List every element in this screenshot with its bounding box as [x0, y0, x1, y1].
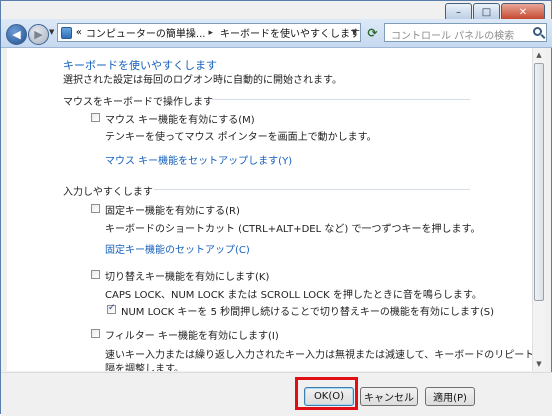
dialog-button-bar: OK(O) キャンセル 適用(P) [1, 372, 552, 416]
navigation-bar: ◀ ▶ ▼ « コンピューターの簡単操... ▸ キーボードを使いやすくします … [1, 19, 552, 48]
address-dropdown-icon[interactable]: ▼ [352, 28, 357, 36]
breadcrumb-ease-of-access[interactable]: コンピューターの簡単操... [86, 25, 206, 40]
section-mouse-heading: マウスをキーボードで操作します [63, 97, 213, 108]
control-panel-icon [61, 26, 72, 39]
section-typing-heading: 入力しやすくします [63, 187, 153, 198]
breadcrumb-overflow[interactable]: « [76, 27, 82, 38]
ok-button-highlight-annotation [295, 377, 358, 410]
numlock-toggle-checkbox[interactable] [107, 303, 116, 314]
mouse-keys-setup-link[interactable]: マウス キー機能をセットアップします(Y) [105, 152, 292, 167]
numlock-toggle-label[interactable]: NUM LOCK キーを 5 秒間押し続けることで切り替えキーの機能を有効にしま… [121, 303, 494, 318]
mouse-keys-description: テンキーを使ってマウス ポインターを画面上で動かします。 [105, 132, 377, 143]
back-arrow-icon: ◀ [12, 28, 21, 41]
toggle-keys-description: CAPS LOCK、NUM LOCK または SCROLL LOCK を押したと… [105, 290, 482, 301]
settings-content: キーボードを使いやすくします 選択された設定は毎回のログオン時に自動的に開始され… [7, 48, 535, 371]
vertical-scrollbar[interactable]: ▲ ▼ [532, 48, 545, 371]
filter-keys-description: 速いキー入力または繰り返し入力されたキー入力は無視または減速して、キーボードのリ… [105, 350, 535, 361]
sticky-keys-checkbox[interactable] [91, 204, 100, 213]
apply-button[interactable]: 適用(P) [425, 387, 475, 406]
toggle-keys-label[interactable]: 切り替えキー機能を有効にします(K) [105, 268, 269, 283]
control-panel-window: – □ ✕ ◀ ▶ ▼ « コンピューターの簡単操... ▸ キーボードを使いや… [0, 0, 552, 416]
filter-keys-label[interactable]: フィルター キー機能を有効にします(I) [105, 327, 279, 342]
sticky-keys-setup-link[interactable]: 固定キー機能のセットアップ(C) [105, 241, 250, 256]
refresh-icon: ⟳ [367, 25, 378, 40]
search-box[interactable]: コントロール パネルの検索 [384, 23, 547, 42]
section-divider [212, 99, 470, 100]
breadcrumb-keyboard[interactable]: キーボードを使いやすくします [220, 25, 360, 40]
breadcrumb-separator-icon[interactable]: ▸ [208, 28, 213, 38]
page-subtitle: 選択された設定は毎回のログオン時に自動的に開始されます。 [63, 75, 342, 86]
section-divider [154, 189, 470, 190]
scroll-down-icon[interactable]: ▼ [534, 358, 544, 370]
scroll-thumb[interactable] [534, 63, 544, 301]
mouse-keys-label[interactable]: マウス キー機能を有効にする(M) [105, 111, 255, 126]
sticky-keys-description: キーボードのショートカット (CTRL+ALT+DEL など) で一つずつキーを… [105, 224, 481, 235]
search-icon[interactable] [533, 27, 542, 36]
toggle-keys-checkbox[interactable] [91, 270, 100, 279]
filter-keys-checkbox[interactable] [91, 329, 100, 338]
back-button[interactable]: ◀ [6, 24, 27, 45]
refresh-button[interactable]: ⟳ [364, 24, 381, 41]
scroll-up-icon[interactable]: ▲ [534, 49, 544, 61]
cancel-button[interactable]: キャンセル [360, 387, 418, 406]
forward-button[interactable]: ▶ [28, 24, 49, 45]
forward-arrow-icon: ▶ [34, 28, 43, 41]
search-placeholder: コントロール パネルの検索 [391, 31, 515, 42]
address-bar[interactable]: « コンピューターの簡単操... ▸ キーボードを使いやすくします ▼ [57, 23, 361, 42]
recent-pages-dropdown-icon[interactable]: ▼ [49, 28, 54, 36]
filter-keys-description-cont: 隔を調整します。 [105, 364, 184, 371]
mouse-keys-checkbox[interactable] [91, 113, 100, 122]
sticky-keys-label[interactable]: 固定キー機能を有効にする(R) [105, 202, 240, 217]
